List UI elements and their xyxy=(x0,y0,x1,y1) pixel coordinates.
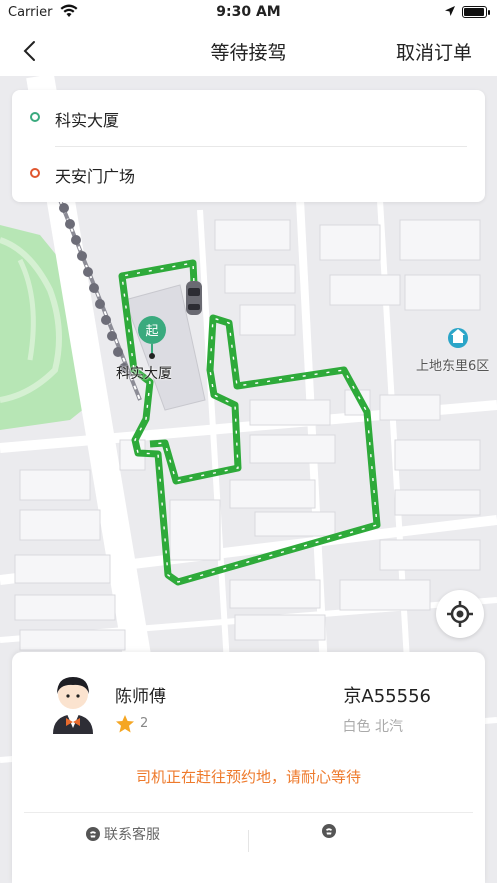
car-description: 白色 北汽 xyxy=(343,716,403,736)
battery-icon xyxy=(462,6,490,18)
start-place-label: 科实大厦 xyxy=(116,366,172,382)
star-icon xyxy=(116,715,134,733)
address-card: 科实大厦 天安门广场 xyxy=(12,90,485,202)
poi-label: 上地东里6区 xyxy=(416,359,490,374)
action-divider xyxy=(248,830,249,852)
pickup-dot-icon xyxy=(30,112,40,122)
building-icon xyxy=(448,328,468,348)
chevron-left-icon xyxy=(23,41,35,61)
phone-icon xyxy=(322,824,336,838)
call-driver-button[interactable] xyxy=(322,824,340,854)
location-arrow-icon xyxy=(445,6,455,16)
nav-bar: 等待接驾 取消订单 xyxy=(0,26,497,76)
divider xyxy=(24,812,473,813)
back-button[interactable] xyxy=(18,38,44,64)
status-bar: Carrier 9:30 AM xyxy=(0,0,497,26)
license-plate: 京A55556 xyxy=(343,686,431,707)
crosshair-icon xyxy=(447,601,473,627)
phone-icon xyxy=(86,827,100,841)
cancel-order-button[interactable]: 取消订单 xyxy=(396,38,472,65)
contact-service-label: 联系客服 xyxy=(104,827,160,843)
pickup-address: 科实大厦 xyxy=(55,111,120,130)
car-brand: 北汽 xyxy=(375,719,403,735)
contact-service-button[interactable]: 联系客服 xyxy=(86,824,160,854)
destination-address-row[interactable]: 天安门广场 xyxy=(12,146,485,202)
driver-status-message: 司机正在赶往预约地，请耐心等待 xyxy=(135,768,361,786)
driver-card: 陈师傅 2 京A55556 白色 北汽 司机正在赶往预约地，请耐心等待 联系客服 xyxy=(12,652,485,883)
avatar xyxy=(53,677,93,734)
driver-name: 陈师傅 xyxy=(115,687,166,707)
rating-value: 2 xyxy=(140,716,149,731)
clock: 9:30 AM xyxy=(216,4,281,20)
destination-dot-icon xyxy=(30,168,40,178)
car-color: 白色 xyxy=(342,719,371,735)
destination-address: 天安门广场 xyxy=(55,167,136,186)
start-marker-label: 起 xyxy=(145,324,159,339)
car-icon xyxy=(186,281,202,315)
locate-me-button[interactable] xyxy=(436,590,484,638)
pickup-address-row[interactable]: 科实大厦 xyxy=(12,90,485,146)
